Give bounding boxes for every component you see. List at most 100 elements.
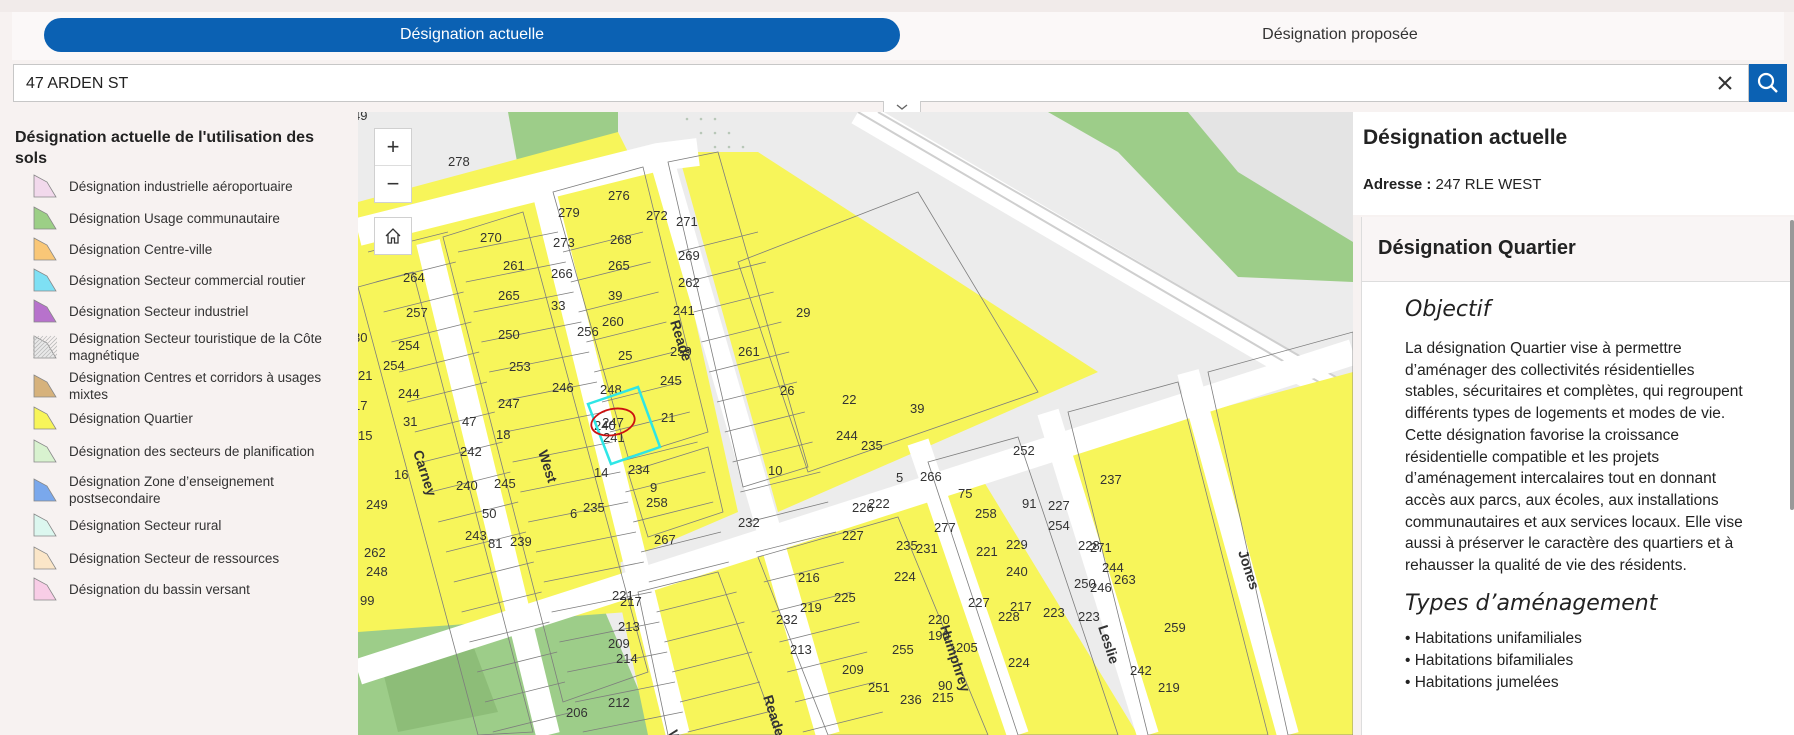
type-list-item: • Habitations unifamiliales (1405, 629, 1582, 647)
lot-number: 257 (406, 305, 428, 320)
lot-number: 254 (1048, 518, 1070, 533)
lot-number: 246 (552, 380, 574, 395)
lot-number: 209 (842, 662, 864, 677)
lot-number: 39 (910, 401, 924, 416)
lot-number: 241 (673, 303, 695, 318)
home-button[interactable] (374, 217, 412, 255)
legend-item: Désignation industrielle aéroportuaire (33, 174, 339, 198)
legend-label: Désignation des secteurs de planificatio… (69, 443, 315, 459)
lot-number: 221 (976, 544, 998, 559)
lot-number: 235 (861, 438, 883, 453)
address-line: Adresse : 247 RLE WEST (1363, 176, 1541, 193)
search-button[interactable] (1749, 64, 1787, 102)
map-canvas[interactable]: CarneyWestReadeReadeHumphreyLeslieJonesW… (358, 112, 1353, 735)
search-icon (1757, 72, 1778, 93)
lot-number: 15 (358, 428, 372, 443)
lot-number: 219 (800, 600, 822, 615)
types-list: • Habitations unifamiliales • Habitations… (1405, 628, 1750, 694)
search-input[interactable] (24, 65, 1688, 103)
zoom-in-button[interactable]: + (375, 129, 411, 165)
lot-number: 259 (670, 344, 692, 359)
legend-label: Désignation Secteur de ressources (69, 550, 280, 566)
clear-search-button[interactable] (1714, 72, 1736, 94)
card-title: Désignation Quartier (1378, 237, 1576, 259)
legend-item: Désignation Secteur industriel (33, 299, 339, 323)
lot-number: 265 (498, 288, 520, 303)
zoom-out-button[interactable]: − (375, 165, 411, 202)
lot-number: 244 (398, 386, 420, 401)
lot-number: 258 (646, 495, 668, 510)
tab-proposed-designation[interactable]: Désignation proposée (912, 18, 1768, 52)
lot-number: 220 (928, 612, 950, 627)
lot-number: 39 (608, 288, 622, 303)
lot-number: 223 (1043, 605, 1065, 620)
lot-number: 81 (488, 536, 502, 551)
map-view[interactable]: CarneyWestReadeReadeHumphreyLeslieJonesW… (358, 112, 1353, 735)
lot-number: 227 (1048, 498, 1070, 513)
lot-number: 205 (956, 640, 978, 655)
selected-lot-number: 247 (602, 415, 624, 430)
legend-swatch (33, 237, 57, 261)
legend-label: Désignation Quartier (69, 410, 193, 426)
top-strip (0, 0, 1794, 12)
legend-item: Désignation Secteur touristique de la Cô… (33, 330, 339, 364)
legend-swatch (33, 478, 57, 502)
lot-number: 245 (494, 476, 516, 491)
lot-number: 29 (796, 305, 810, 320)
lot-number: 264 (403, 270, 425, 285)
lot-number: 248 (366, 564, 388, 579)
designation-card: Désignation Quartier Objectif La désigna… (1361, 217, 1794, 735)
lot-number: 224 (894, 569, 916, 584)
lot-number: 234 (628, 462, 650, 477)
lot-number: 232 (776, 612, 798, 627)
search-bar (13, 64, 1749, 103)
lot-number: 16 (394, 467, 408, 482)
lot-number: 278 (448, 154, 470, 169)
legend-item: Désignation Centres et corridors à usage… (33, 369, 339, 403)
lot-number: 242 (460, 444, 482, 459)
legend-swatch (33, 206, 57, 230)
lot-number: 240 (1006, 564, 1028, 579)
lot-number: 99 (360, 593, 374, 608)
lot-number: 276 (608, 188, 630, 203)
lot-number: 221 (612, 588, 634, 603)
lot-number: 235 (583, 500, 605, 515)
lot-number: 279 (558, 205, 580, 220)
lot-number: 206 (566, 705, 588, 720)
lot-number: 268 (610, 232, 632, 247)
lot-number: 261 (503, 258, 525, 273)
legend-label: Désignation Secteur rural (69, 517, 222, 533)
legend-swatch (33, 299, 57, 323)
chevron-down-icon (896, 103, 908, 110)
lot-number: 212 (608, 695, 630, 710)
lot-number: 50 (482, 506, 496, 521)
tab-current-designation[interactable]: Désignation actuelle (44, 18, 900, 52)
info-panel: Désignation actuelle Adresse : 247 RLE W… (1353, 112, 1794, 735)
lot-number: 244 (836, 428, 858, 443)
lot-number: 91 (1022, 496, 1036, 511)
lot-number: 18 (496, 427, 510, 442)
lot-number: 213 (618, 619, 640, 634)
lot-number: 227 (968, 595, 990, 610)
lot-number: 261 (738, 344, 760, 359)
lot-number: 271 (676, 214, 698, 229)
lot-number: 6 (570, 506, 577, 521)
lot-number: 31 (403, 414, 417, 429)
legend-swatch (33, 513, 57, 537)
lot-number: 214 (616, 651, 638, 666)
lot-number: 229 (1006, 537, 1028, 552)
lot-number: 243 (465, 528, 487, 543)
lot-number: 21 (661, 410, 675, 425)
lot-number: 216 (798, 570, 820, 585)
legend-item: Désignation Zone d’enseignement postseco… (33, 473, 339, 507)
legend-item: Désignation Secteur commercial routier (33, 268, 339, 292)
card-body: Objectif La désignation Quartier vise à … (1405, 297, 1750, 694)
scrollbar[interactable] (1790, 220, 1794, 510)
lot-number: 228 (1078, 538, 1100, 553)
lot-number: 266 (551, 266, 573, 281)
lot-number: 17 (358, 398, 367, 413)
legend-label: Désignation industrielle aéroportuaire (69, 178, 293, 194)
zoom-control: + − (374, 128, 412, 203)
lot-number: 277 (934, 520, 956, 535)
legend-swatch (33, 374, 57, 398)
